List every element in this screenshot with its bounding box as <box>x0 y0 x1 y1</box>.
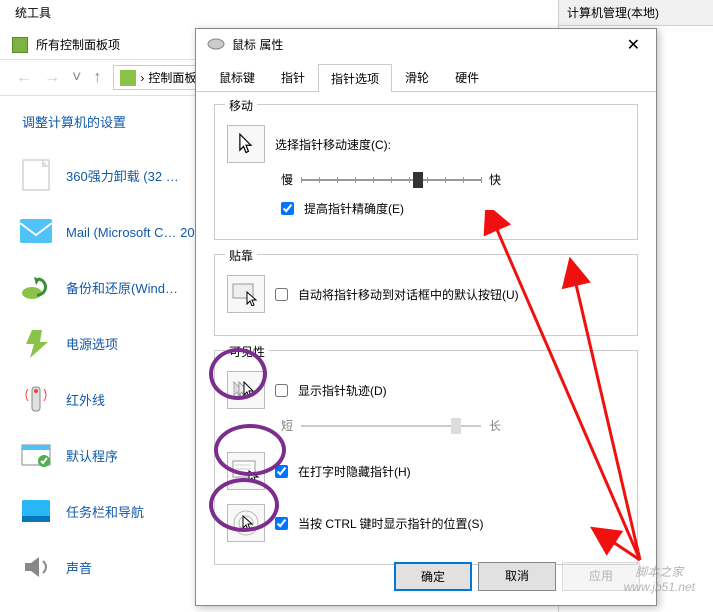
history-dropdown[interactable]: ˅ <box>72 69 81 87</box>
ok-button[interactable]: 确定 <box>394 562 472 591</box>
cp-item-label: 备份和还原(Wind… <box>66 278 178 297</box>
cp-item-label: 任务栏和导航 <box>66 502 144 521</box>
ctrl-locate-icon <box>227 504 265 542</box>
breadcrumb-icon <box>120 70 136 86</box>
cp-header-title: 所有控制面板项 <box>36 36 120 53</box>
infrared-icon <box>18 381 54 417</box>
taskbar-icon <box>18 493 54 529</box>
tabs: 鼠标键 指针 指针选项 滑轮 硬件 <box>196 63 656 92</box>
sound-icon <box>18 549 54 585</box>
close-button[interactable]: ✕ <box>619 35 648 55</box>
ctrl-locate-checkbox[interactable] <box>275 517 288 530</box>
file-icon <box>18 157 54 193</box>
speed-label: 选择指针移动速度(C): <box>275 136 391 153</box>
speed-slider[interactable]: 慢 快 <box>281 171 625 188</box>
trails-icon <box>227 371 265 409</box>
tab-pointer-options[interactable]: 指针选项 <box>318 64 392 92</box>
slider-track[interactable] <box>301 179 481 181</box>
trails-checkbox[interactable] <box>275 384 288 397</box>
group-motion-title: 移动 <box>225 97 257 114</box>
cp-item-label: 声音 <box>66 558 92 577</box>
fast-label: 快 <box>489 171 501 188</box>
mail-icon <box>18 213 54 249</box>
precision-checkbox[interactable] <box>281 202 294 215</box>
long-label: 长 <box>489 417 501 434</box>
breadcrumb[interactable]: › 控制面板 <box>113 65 203 90</box>
cp-item-label: 360强力卸载 (32 … <box>66 166 179 185</box>
bg-window-title: 统工具 <box>15 4 51 21</box>
dialog-body: 移动 选择指针移动速度(C): 慢 快 提高指针精确度(E) 贴靠 <box>196 92 656 577</box>
group-visibility: 可见性 显示指针轨迹(D) 短 长 在打字时隐藏指针(H) 当按 CTRL 键时… <box>214 350 638 565</box>
group-snap-title: 贴靠 <box>225 247 257 264</box>
group-snap: 贴靠 自动将指针移动到对话框中的默认按钮(U) <box>214 254 638 336</box>
up-button[interactable]: ↑ <box>93 69 101 87</box>
defaults-icon <box>18 437 54 473</box>
backup-icon <box>18 269 54 305</box>
tab-wheel[interactable]: 滑轮 <box>392 63 442 91</box>
dialog-buttons: 确定 取消 应用 <box>394 562 640 591</box>
hide-typing-label: 在打字时隐藏指针(H) <box>298 463 411 480</box>
cursor-icon <box>227 125 265 163</box>
hide-typing-icon <box>227 452 265 490</box>
cp-item-label: 电源选项 <box>66 334 118 353</box>
back-button[interactable]: ← <box>16 69 32 87</box>
trails-label: 显示指针轨迹(D) <box>298 382 387 399</box>
forward-button[interactable]: → <box>44 69 60 87</box>
dialog-title: 鼠标 属性 <box>232 36 283 53</box>
cp-item-label: 默认程序 <box>66 446 118 465</box>
tab-pointers[interactable]: 指针 <box>268 63 318 91</box>
cancel-button[interactable]: 取消 <box>478 562 556 591</box>
trails-slider: 短 长 <box>281 417 625 434</box>
group-visibility-title: 可见性 <box>225 343 269 360</box>
mouse-properties-dialog: 鼠标 属性 ✕ 鼠标键 指针 指针选项 滑轮 硬件 移动 选择指针移动速度(C)… <box>195 28 657 606</box>
slider-knob[interactable] <box>413 172 423 188</box>
cp-item-label: 红外线 <box>66 390 105 409</box>
breadcrumb-text: 控制面板 <box>148 69 196 86</box>
control-panel-icon <box>12 37 28 53</box>
tab-hardware[interactable]: 硬件 <box>442 63 492 91</box>
snap-icon <box>227 275 265 313</box>
group-motion: 移动 选择指针移动速度(C): 慢 快 提高指针精确度(E) <box>214 104 638 240</box>
power-icon <box>18 325 54 361</box>
precision-label: 提高指针精确度(E) <box>304 200 404 217</box>
tab-buttons[interactable]: 鼠标键 <box>206 63 268 91</box>
short-label: 短 <box>281 417 293 434</box>
snap-label: 自动将指针移动到对话框中的默认按钮(U) <box>298 286 519 303</box>
slow-label: 慢 <box>281 171 293 188</box>
snap-checkbox[interactable] <box>275 288 288 301</box>
mouse-icon <box>206 38 226 50</box>
dialog-titlebar: 鼠标 属性 ✕ <box>196 29 656 59</box>
ctrl-locate-label: 当按 CTRL 键时显示指针的位置(S) <box>298 515 484 532</box>
hide-typing-checkbox[interactable] <box>275 465 288 478</box>
right-pane-title: 计算机管理(本地) <box>559 0 713 26</box>
apply-button[interactable]: 应用 <box>562 562 640 591</box>
